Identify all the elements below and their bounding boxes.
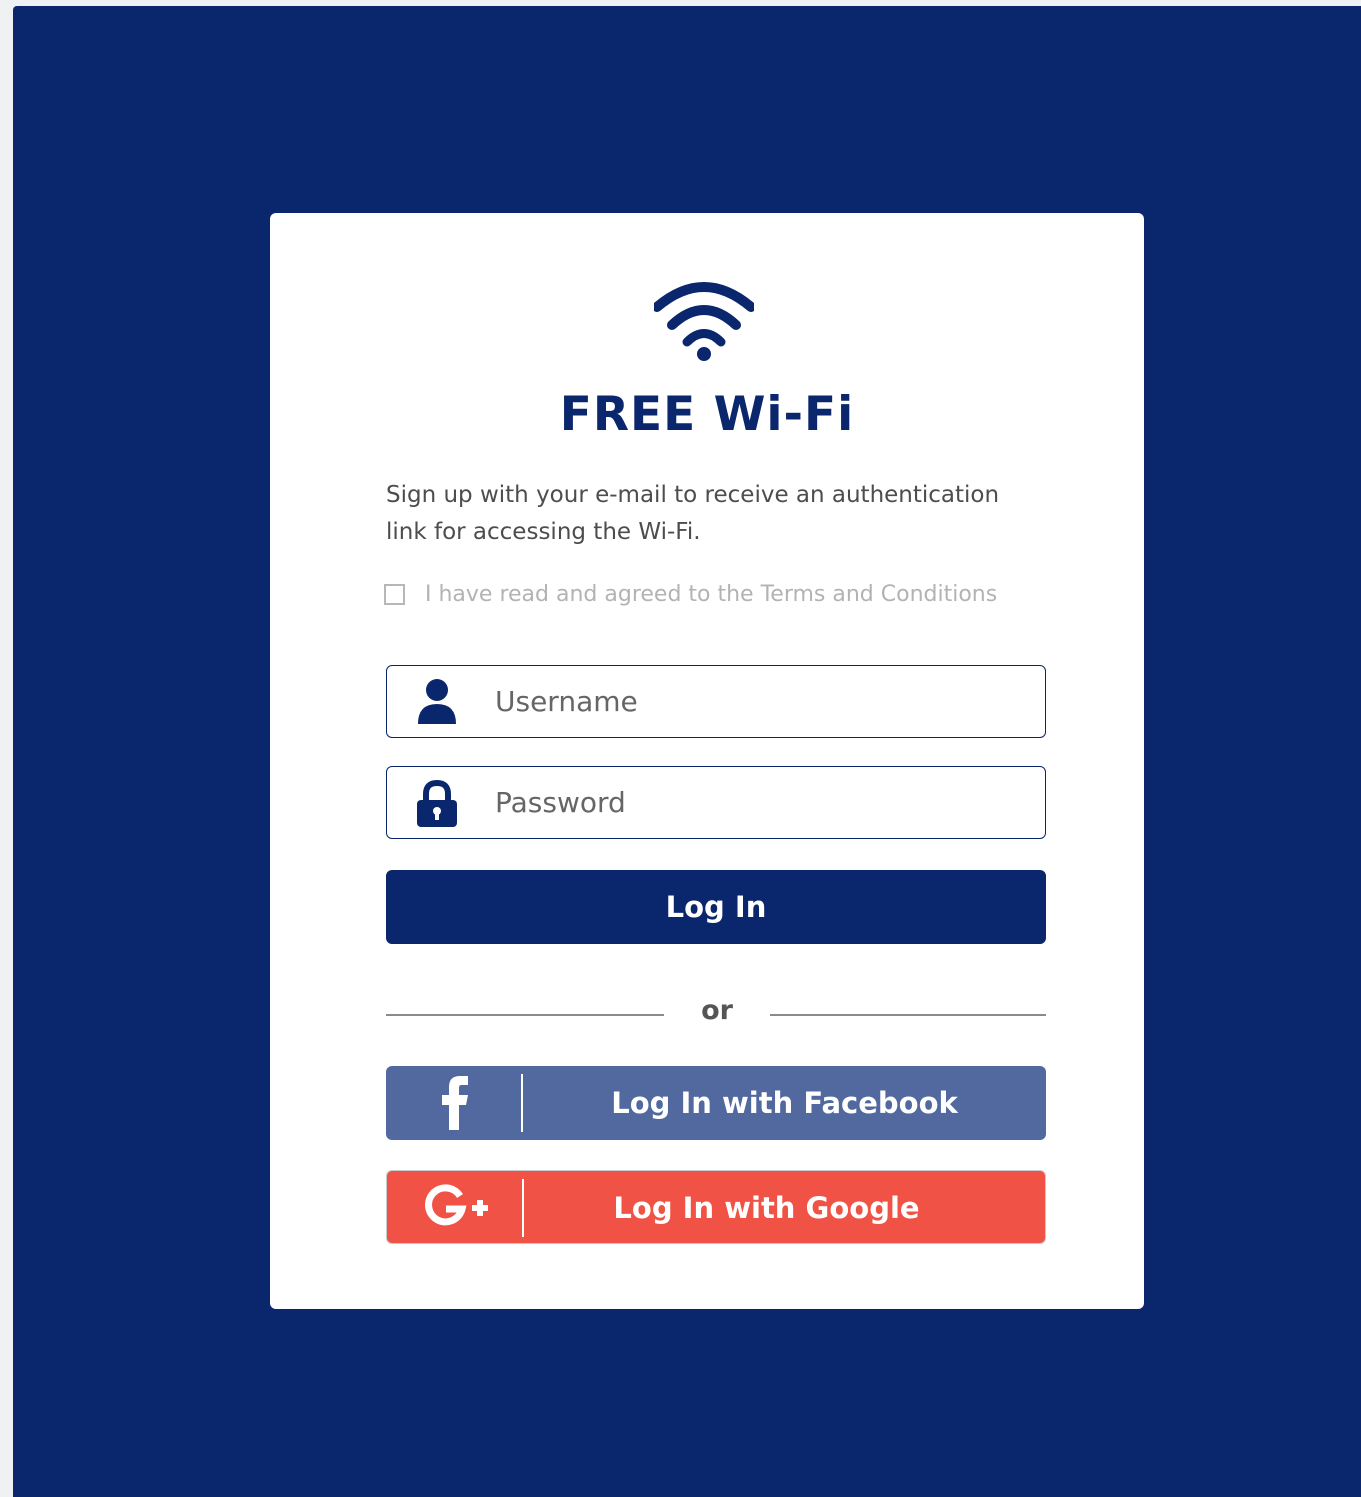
wifi-icon xyxy=(654,282,754,361)
facebook-login-label: Log In with Facebook xyxy=(611,1086,958,1120)
username-input[interactable] xyxy=(495,666,1035,737)
instructions-text: Sign up with your e-mail to receive an a… xyxy=(386,482,1000,545)
terms-checkbox[interactable] xyxy=(384,583,405,605)
login-card: FREE Wi-Fi Sign up with your e-mail to r… xyxy=(270,213,1144,1309)
terms-label[interactable]: I have read and agreed to the Terms and … xyxy=(425,582,997,607)
password-input[interactable] xyxy=(495,767,1035,838)
facebook-icon xyxy=(442,1076,468,1130)
login-button[interactable]: Log In xyxy=(386,870,1046,944)
lock-icon xyxy=(417,779,457,827)
page-title: FREE Wi-Fi xyxy=(559,387,855,442)
google-plus-icon xyxy=(425,1184,488,1226)
facebook-login-button[interactable]: Log In with Facebook xyxy=(386,1066,1046,1140)
terms-row[interactable]: I have read and agreed to the Terms and … xyxy=(384,577,997,611)
divider-line-right xyxy=(770,1014,1046,1016)
password-field[interactable] xyxy=(386,766,1046,839)
google-login-label: Log In with Google xyxy=(613,1191,920,1225)
google-login-button[interactable]: Log In with Google xyxy=(386,1170,1046,1244)
user-icon xyxy=(418,679,456,724)
divider-or: or xyxy=(701,995,733,1026)
username-field[interactable] xyxy=(386,665,1046,738)
divider-line-left xyxy=(386,1014,664,1016)
page-background: FREE Wi-Fi Sign up with your e-mail to r… xyxy=(13,6,1361,1497)
